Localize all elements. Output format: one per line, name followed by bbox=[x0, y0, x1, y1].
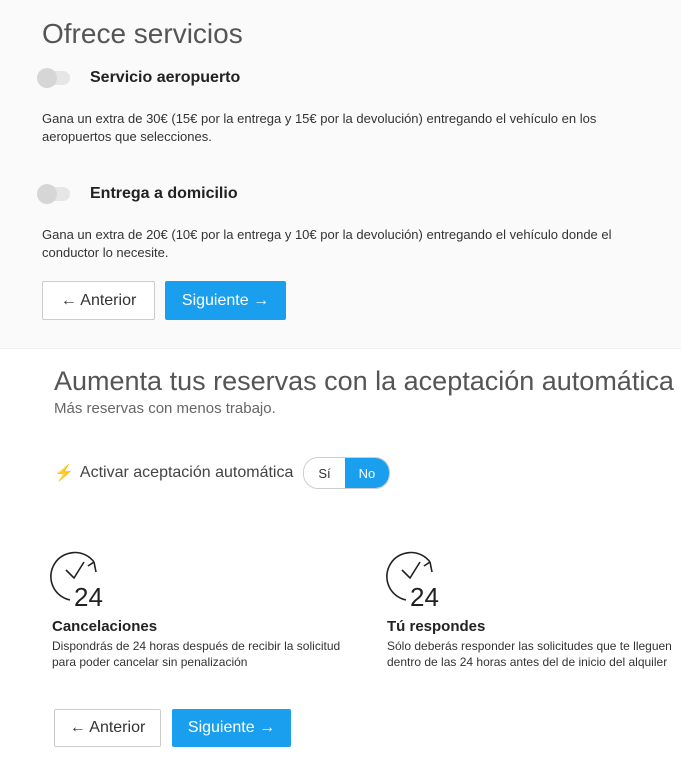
home-delivery-description: Gana un extra de 20€ (10€ por la entrega… bbox=[42, 227, 612, 260]
previous-button-2[interactable]: ← Anterior bbox=[54, 709, 161, 747]
next-button[interactable]: Siguiente → bbox=[165, 281, 286, 320]
next-button-2[interactable]: Siguiente → bbox=[172, 709, 291, 747]
airport-service-label: Servicio aeropuerto bbox=[90, 69, 241, 86]
previous-button[interactable]: ← Anterior bbox=[42, 281, 155, 320]
clock-24-icon: 24 bbox=[50, 548, 114, 615]
home-delivery-toggle[interactable] bbox=[37, 184, 70, 204]
airport-service-description: Gana un extra de 30€ (15€ por la entrega… bbox=[42, 111, 597, 144]
services-section: Ofrece servicios Servicio aeropuerto Gan… bbox=[0, 0, 681, 348]
toggle-knob bbox=[37, 184, 57, 204]
auto-accept-label: Activar aceptación automática bbox=[79, 464, 294, 481]
feature-you-respond-title: Tú respondes bbox=[387, 618, 486, 635]
option-yes[interactable]: Sí bbox=[304, 458, 345, 488]
auto-accept-switch[interactable]: Sí No bbox=[303, 457, 391, 489]
feature-cancellations-title: Cancelaciones bbox=[52, 618, 158, 635]
page-title: Ofrece servicios bbox=[42, 18, 243, 49]
toggle-knob bbox=[37, 68, 57, 88]
auto-accept-row: ⚡ Activar aceptación automática Sí No bbox=[54, 457, 391, 489]
auto-accept-subtitle: Más reservas con menos trabajo. bbox=[54, 400, 276, 417]
svg-text:24: 24 bbox=[74, 582, 103, 610]
lightning-icon: ⚡ bbox=[54, 465, 74, 482]
feature-cancellations-text: Dispondrás de 24 horas después de recibi… bbox=[52, 639, 341, 669]
auto-accept-title: Aumenta tus reservas con la aceptación a… bbox=[54, 366, 674, 396]
home-delivery-label: Entrega a domicilio bbox=[90, 185, 238, 202]
airport-service-toggle[interactable] bbox=[37, 68, 70, 88]
feature-you-respond-text: Sólo deberás responder las solicitudes q… bbox=[387, 639, 672, 669]
clock-24-icon: 24 bbox=[386, 548, 450, 615]
option-no[interactable]: No bbox=[344, 458, 390, 488]
svg-text:24: 24 bbox=[410, 582, 439, 610]
